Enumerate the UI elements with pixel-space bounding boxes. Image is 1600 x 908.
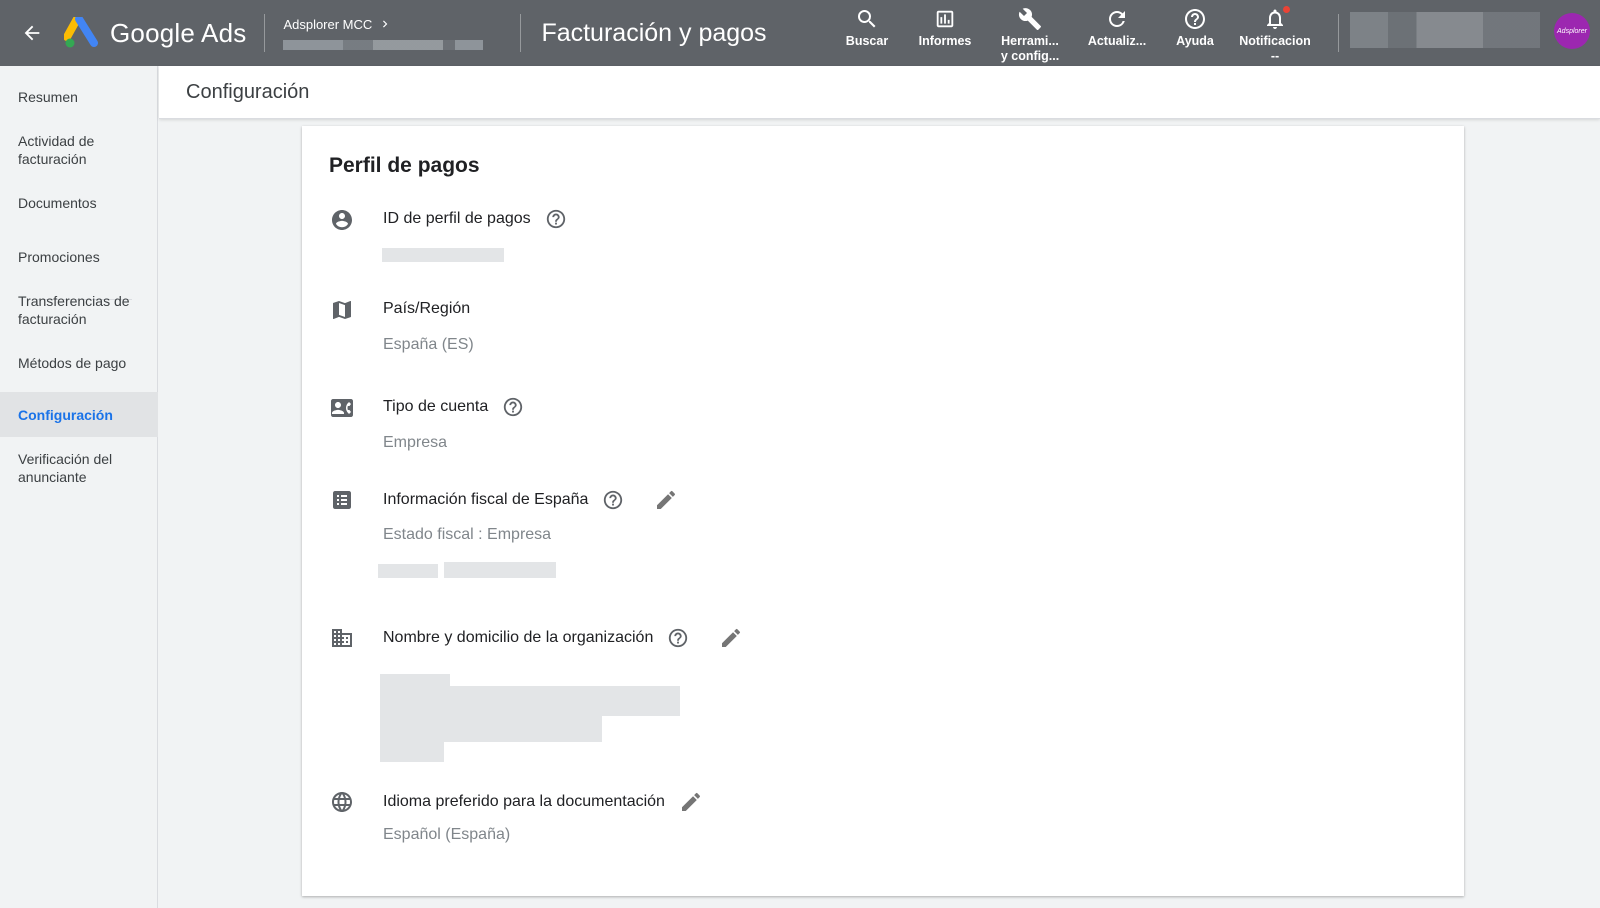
- payments-profile-card: Perfil de pagos ID de perfil de pagos Pa…: [302, 126, 1464, 896]
- help-button[interactable]: [667, 627, 689, 649]
- account-type-label: Tipo de cuenta: [383, 396, 524, 418]
- help-outline-icon: [669, 628, 688, 648]
- notification-badge: [1283, 6, 1290, 13]
- sidebar-item-verificacion[interactable]: Verificación del anunciante: [0, 450, 158, 486]
- account-id-redacted: [283, 39, 484, 50]
- tax-id-redacted: [378, 564, 438, 578]
- help-button[interactable]: [545, 208, 567, 230]
- arrow-back-icon: [24, 25, 40, 41]
- account-type-value: Empresa: [383, 434, 448, 451]
- chevron-right-icon: [383, 20, 388, 28]
- account-switcher[interactable]: Adsplorer MCC: [283, 17, 508, 50]
- top-app-bar: Google Ads Adsplorer MCC Facturación y p…: [0, 0, 1600, 66]
- google-ads-logo-icon: [64, 17, 98, 48]
- user-info-redacted: [1350, 12, 1540, 48]
- help-outline-icon: [604, 490, 623, 510]
- sidebar-item-resumen[interactable]: Resumen: [0, 88, 158, 106]
- bar-chart-icon: [936, 10, 954, 28]
- avatar[interactable]: Adsplorer: [1554, 13, 1590, 49]
- search-button[interactable]: Buscar: [828, 0, 906, 66]
- back-button[interactable]: [0, 0, 64, 66]
- divider: [1338, 14, 1339, 52]
- divider: [264, 14, 266, 52]
- sidebar-item-actividad[interactable]: Actividad de facturación: [0, 132, 158, 168]
- globe-icon: [332, 792, 352, 812]
- sidebar-item-promociones[interactable]: Promociones: [0, 248, 158, 266]
- payments-profile-id-redacted: [382, 248, 504, 262]
- account-circle-icon: [332, 210, 352, 230]
- org-address-redacted: [380, 686, 680, 716]
- org-address-redacted: [380, 742, 444, 762]
- help-button[interactable]: [602, 489, 624, 511]
- toolbar-actions: Buscar Informes Herrami... y config... A…: [828, 0, 1318, 66]
- edit-language-button[interactable]: [679, 790, 703, 814]
- help-outline-icon: [504, 397, 523, 417]
- notifications-button[interactable]: Notificacion --: [1232, 0, 1318, 66]
- help-button[interactable]: Ayuda: [1158, 0, 1232, 66]
- org-address-redacted: [380, 674, 450, 686]
- search-icon: [858, 10, 876, 28]
- help-button[interactable]: [502, 396, 524, 418]
- tools-settings-button[interactable]: Herrami... y config...: [984, 0, 1076, 66]
- help-circle-icon: [1185, 9, 1205, 29]
- tax-status-value: Estado fiscal : Empresa: [383, 526, 552, 543]
- org-address-redacted: [380, 716, 602, 742]
- country-region-label: País/Región: [383, 300, 471, 317]
- section-title: Configuración: [186, 81, 310, 103]
- tax-id-redacted: [444, 562, 556, 578]
- sidebar-item-configuracion[interactable]: Configuración: [0, 392, 158, 437]
- card-title: Perfil de pagos: [329, 154, 480, 177]
- payments-profile-id-label: ID de perfil de pagos: [383, 208, 567, 230]
- refresh-button[interactable]: Actualiz...: [1076, 0, 1158, 66]
- pencil-icon: [681, 792, 700, 811]
- sidebar-item-documentos[interactable]: Documentos: [0, 194, 158, 212]
- google-ads-logo[interactable]: Google Ads: [64, 0, 246, 66]
- map-icon: [333, 301, 351, 319]
- sidebar-item-metodos-pago[interactable]: Métodos de pago: [0, 354, 158, 372]
- edit-tax-info-button[interactable]: [654, 488, 678, 512]
- country-region-value: España (ES): [383, 336, 474, 353]
- help-outline-icon: [546, 209, 565, 229]
- org-name-address-label: Nombre y domicilio de la organización: [383, 626, 743, 650]
- section-header: Configuración: [159, 66, 1600, 119]
- doc-language-value: Español (España): [383, 826, 511, 843]
- contact-card-icon: [331, 399, 353, 417]
- refresh-icon: [1109, 10, 1125, 27]
- building-icon: [332, 629, 352, 647]
- sidebar-item-transferencias[interactable]: Transferencias de facturación: [0, 292, 158, 328]
- wrench-icon: [1018, 8, 1041, 30]
- doc-language-label: Idioma preferido para la documentación: [383, 790, 703, 814]
- pencil-icon: [722, 628, 741, 647]
- spain-tax-info-label: Información fiscal de España: [383, 488, 678, 512]
- account-name: Adsplorer MCC: [283, 16, 373, 32]
- page-title: Facturación y pagos: [541, 18, 767, 47]
- user-account-info[interactable]: [1350, 12, 1540, 48]
- divider: [520, 14, 522, 52]
- pencil-icon: [657, 490, 676, 509]
- reports-button[interactable]: Informes: [906, 0, 984, 66]
- sidebar-nav: Resumen Actividad de facturación Documen…: [0, 66, 158, 908]
- list-icon: [333, 491, 351, 509]
- brand-name: Google Ads: [110, 17, 247, 48]
- edit-org-address-button[interactable]: [719, 626, 743, 650]
